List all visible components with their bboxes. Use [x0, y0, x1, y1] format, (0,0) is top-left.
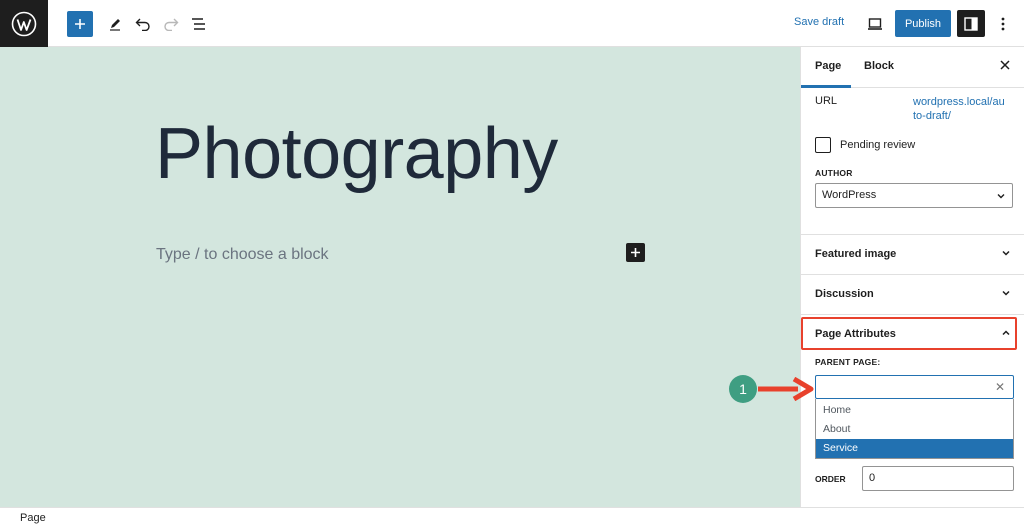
page-title[interactable]: Photography	[155, 113, 558, 195]
undo-button[interactable]	[130, 11, 156, 37]
tab-block[interactable]: Block	[864, 60, 894, 72]
more-options-button[interactable]	[990, 11, 1016, 37]
option-about[interactable]: About	[816, 420, 1013, 439]
tools-button[interactable]	[102, 11, 128, 37]
settings-toggle-button[interactable]	[957, 10, 985, 37]
parent-page-options: Home About Service	[815, 399, 1014, 459]
desktop-preview-icon	[868, 18, 882, 30]
panel-title: Featured image	[815, 248, 897, 260]
plus-icon	[631, 248, 640, 257]
sidebar-tabs: Page Block	[801, 47, 1024, 88]
annotation-step-badge: 1	[729, 375, 757, 403]
editor-header: Save draft Publish	[0, 0, 1024, 47]
parent-page-label: PARENT PAGE:	[815, 357, 881, 367]
featured-image-panel[interactable]: Featured image	[801, 234, 1024, 274]
chevron-down-icon	[1002, 290, 1010, 296]
close-sidebar-button[interactable]	[997, 57, 1013, 73]
plus-icon	[75, 19, 85, 29]
breadcrumb[interactable]: Page	[20, 512, 46, 524]
close-icon	[1000, 60, 1010, 70]
publish-button[interactable]: Publish	[895, 10, 951, 37]
clear-icon[interactable]: ✕	[995, 380, 1005, 394]
status-bar: Page	[0, 507, 1024, 526]
author-select[interactable]: WordPress	[815, 183, 1013, 208]
annotation-highlight-box	[801, 317, 1017, 350]
redo-button[interactable]	[158, 11, 184, 37]
order-input[interactable]: 0	[862, 466, 1014, 491]
wordpress-logo-button[interactable]	[0, 0, 48, 47]
editor-canvas[interactable]: Photography Type / to choose a block	[0, 47, 800, 507]
wordpress-icon	[11, 11, 37, 36]
pencil-icon	[110, 19, 120, 31]
pending-review-checkbox[interactable]	[815, 137, 831, 153]
option-service[interactable]: Service	[816, 439, 1013, 458]
save-draft-button[interactable]: Save draft	[794, 16, 844, 28]
option-home[interactable]: Home	[816, 401, 1013, 420]
list-view-button[interactable]	[186, 11, 212, 37]
chevron-down-icon	[1002, 250, 1010, 256]
active-tab-indicator	[801, 85, 851, 88]
settings-sidebar: Page Block URL wordpress.local/auto-draf…	[800, 47, 1024, 507]
url-label: URL	[815, 95, 838, 107]
author-label: AUTHOR	[815, 168, 853, 178]
redo-icon	[164, 18, 179, 31]
parent-page-combobox[interactable]: ✕	[815, 375, 1014, 399]
chevron-down-icon	[997, 194, 1005, 199]
preview-button[interactable]	[862, 11, 888, 37]
tab-page[interactable]: Page	[815, 60, 841, 72]
more-options-icon	[1001, 17, 1005, 31]
undo-icon	[135, 18, 150, 31]
author-value: WordPress	[822, 189, 877, 201]
pending-review-label: Pending review	[840, 139, 916, 151]
inline-add-block-button[interactable]	[626, 243, 645, 262]
order-label: ORDER	[815, 474, 846, 484]
url-link[interactable]: wordpress.local/auto-draft/	[913, 95, 1005, 123]
annotation-arrow-icon	[758, 377, 814, 401]
settings-sidebar-icon	[964, 16, 978, 31]
list-view-icon	[192, 18, 205, 30]
block-inserter-button[interactable]	[67, 11, 93, 37]
block-placeholder[interactable]: Type / to choose a block	[156, 246, 329, 264]
discussion-panel[interactable]: Discussion	[801, 274, 1024, 314]
panel-title: Discussion	[815, 288, 874, 300]
